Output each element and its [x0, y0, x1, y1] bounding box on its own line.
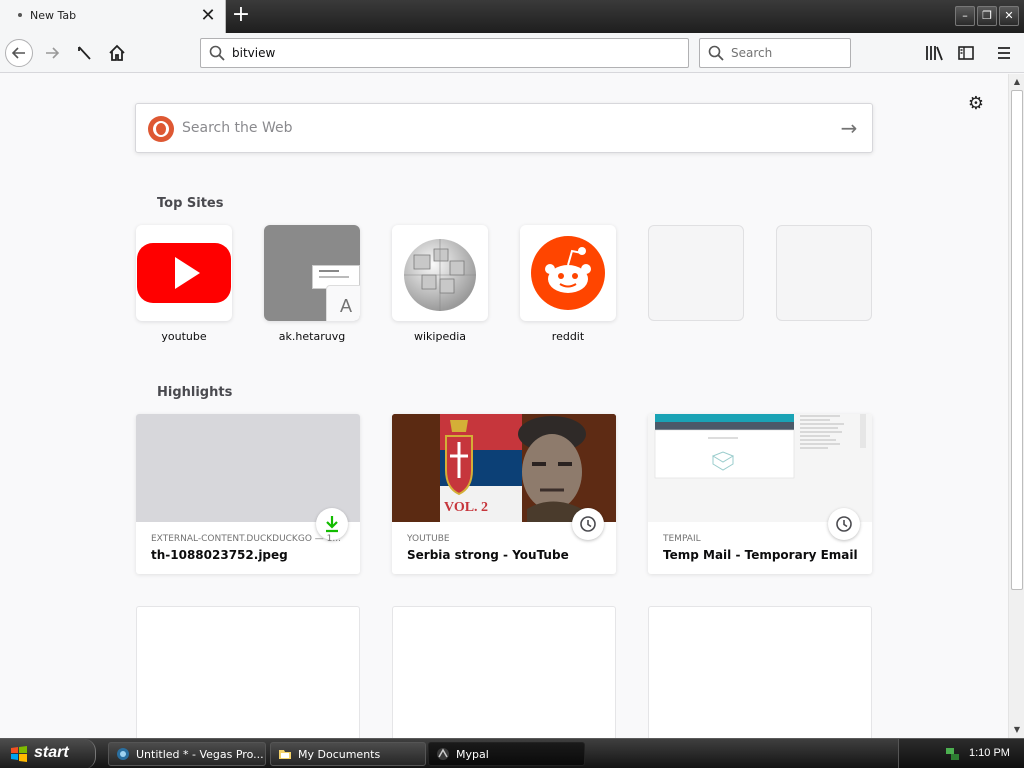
clock[interactable]: 1:10 PM	[969, 747, 1010, 759]
url-input-value[interactable]: bitview	[232, 46, 275, 60]
tempmail-page-preview	[654, 414, 866, 479]
highlight-title: Temp Mail - Temporary Email	[663, 548, 858, 562]
tab-new-tab[interactable]: New Tab ✕	[0, 0, 226, 33]
empty-tile[interactable]	[776, 225, 872, 321]
search-input[interactable]: Search	[731, 46, 772, 60]
highlight-placeholder	[136, 606, 360, 738]
highlight-thumbnail	[648, 414, 872, 522]
web-search-input[interactable]: Search the Web	[182, 120, 293, 136]
youtube-tile[interactable]	[136, 225, 232, 321]
wikipedia-globe-icon	[404, 239, 476, 311]
scrollbar-thumb[interactable]	[1011, 90, 1023, 590]
menu-button[interactable]	[990, 39, 1018, 67]
reload-button[interactable]	[70, 39, 98, 67]
thumbnail-caption: VOL. 2	[444, 500, 489, 515]
youtube-logo-icon	[137, 243, 231, 303]
duckduckgo-logo-icon	[148, 116, 174, 142]
search-submit-arrow-icon[interactable]: →	[838, 117, 860, 139]
windows-flag-icon	[11, 746, 27, 762]
tab-loading-dot	[18, 13, 22, 17]
library-button[interactable]	[920, 39, 948, 67]
windows-taskbar: start Untitled * - Vegas Pro... My Docum…	[0, 738, 1024, 768]
tab-close-icon[interactable]: ✕	[198, 6, 218, 26]
home-icon	[109, 44, 125, 61]
web-search-box[interactable]: Search the Web →	[135, 103, 873, 153]
serbia-flag-image	[392, 414, 616, 522]
network-tray-icon[interactable]	[945, 746, 961, 762]
highlights-heading: Highlights	[157, 385, 233, 400]
top-site-label: wikipedia	[413, 330, 466, 343]
tab-title: New Tab	[30, 9, 77, 22]
maximize-button[interactable]: ❐	[977, 6, 997, 26]
empty-tile[interactable]	[648, 225, 744, 321]
highlight-source: YOUTUBE	[407, 534, 450, 544]
forward-arrow-icon	[46, 47, 60, 59]
taskbar-item-label: My Documents	[298, 748, 381, 761]
hamburger-menu-icon	[998, 47, 1010, 59]
highlight-thumbnail	[136, 414, 360, 522]
new-tab-page: ⚙ Search the Web → Top Sites youtube A a…	[0, 74, 1008, 738]
sidebar-icon	[958, 46, 974, 60]
top-site-empty-slot[interactable]	[776, 225, 872, 344]
scroll-down-arrow-icon[interactable]: ▼	[1010, 723, 1024, 737]
tab-strip: New Tab ✕ + – ❐ ✕	[0, 0, 1024, 33]
close-window-button[interactable]: ✕	[999, 6, 1019, 26]
forward-button[interactable]	[38, 39, 66, 67]
start-button[interactable]: start	[0, 739, 96, 768]
taskbar-item-label: Untitled * - Vegas Pro...	[136, 748, 264, 761]
taskbar-item-mypal[interactable]: Mypal	[428, 742, 585, 766]
search-icon	[708, 45, 724, 61]
sidebar-button[interactable]	[952, 39, 980, 67]
highlight-card-download[interactable]: EXTERNAL-CONTENT.DUCKDUCKGO — 1... th-10…	[136, 414, 360, 574]
top-site-label: youtube	[161, 330, 207, 343]
minimize-button[interactable]: –	[955, 6, 975, 26]
highlight-card-youtube[interactable]: VOL. 2 YOUTUBE Serbia strong - YouTube	[392, 414, 616, 574]
search-bar[interactable]: Search	[699, 38, 851, 68]
top-site-label	[648, 330, 744, 344]
vegas-pro-icon	[117, 748, 129, 760]
folder-icon	[279, 750, 291, 759]
back-button[interactable]	[5, 39, 33, 67]
search-icon	[209, 45, 225, 61]
highlight-source: EXTERNAL-CONTENT.DUCKDUCKGO — 1...	[151, 534, 341, 544]
taskbar-item-vegas-pro[interactable]: Untitled * - Vegas Pro...	[108, 742, 266, 766]
system-tray: 1:10 PM	[898, 739, 1024, 768]
stop-reload-icon	[78, 46, 91, 60]
taskbar-item-label: Mypal	[456, 748, 489, 761]
wikipedia-tile[interactable]	[392, 225, 488, 321]
highlight-thumbnail: VOL. 2	[392, 414, 616, 522]
fallback-letter-icon: A	[326, 285, 360, 321]
reddit-tile[interactable]	[520, 225, 616, 321]
home-button[interactable]	[103, 39, 131, 67]
scroll-up-arrow-icon[interactable]: ▲	[1010, 75, 1024, 89]
navigation-toolbar: bitview Search	[0, 33, 1024, 73]
back-arrow-icon	[11, 47, 25, 59]
highlight-title: th-1088023752.jpeg	[151, 548, 288, 562]
library-icon	[926, 46, 943, 61]
top-site-wikipedia[interactable]: wikipedia	[392, 225, 488, 344]
top-site-label: ak.hetaruvg	[278, 330, 346, 343]
top-site-youtube[interactable]: youtube	[136, 225, 232, 344]
top-site-reddit[interactable]: reddit	[520, 225, 616, 344]
new-tab-button[interactable]: +	[230, 4, 252, 27]
taskbar-item-my-documents[interactable]: My Documents	[270, 742, 426, 766]
url-bar[interactable]: bitview	[200, 38, 689, 68]
top-site-label: reddit	[551, 330, 585, 343]
start-label: start	[34, 744, 69, 761]
highlight-title: Serbia strong - YouTube	[407, 548, 569, 562]
top-site-label	[776, 330, 872, 344]
vertical-scrollbar[interactable]: ▲ ▼	[1008, 74, 1024, 738]
top-site-ak-hetaruvg[interactable]: A ak.hetaruvg	[264, 225, 360, 344]
top-site-empty-slot[interactable]	[648, 225, 744, 344]
highlight-placeholder	[392, 606, 616, 738]
customize-gear-icon[interactable]: ⚙	[966, 94, 986, 114]
reddit-logo-icon	[531, 236, 605, 310]
ak-hetaruvg-tile[interactable]: A	[264, 225, 360, 321]
highlight-source: TEMPAIL	[663, 534, 701, 544]
top-sites-heading: Top Sites	[157, 196, 224, 211]
mypal-icon	[437, 748, 449, 760]
highlight-placeholder	[648, 606, 872, 738]
highlight-card-tempmail[interactable]: TEMPAIL Temp Mail - Temporary Email	[648, 414, 872, 574]
